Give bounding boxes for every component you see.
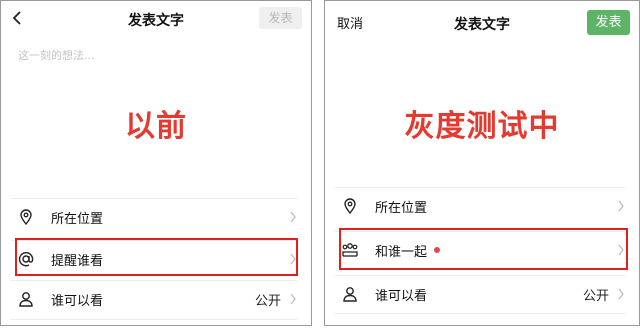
person-icon (19, 292, 33, 307)
location-pin-icon (344, 198, 356, 215)
highlight-box (15, 238, 298, 276)
divider (335, 313, 625, 314)
panel-before: 发表文字 发表 这一刻的想法... 以前 所在位置 提醒谁看 谁可以看 公开 (0, 0, 312, 326)
chevron-right-icon (618, 288, 624, 300)
highlight-box (339, 228, 628, 270)
row-visibility[interactable]: 谁可以看 公开 (335, 275, 625, 312)
row-location[interactable]: 所在位置 (11, 198, 297, 235)
panel-gray-test: 取消 发表文字 发表 灰度测试中 所在位置 和谁一起 谁可以看 公开 (324, 0, 640, 326)
chevron-right-icon (290, 211, 296, 223)
row-visibility[interactable]: 谁可以看 公开 (11, 280, 297, 317)
chevron-right-icon (618, 200, 624, 212)
row-location[interactable]: 所在位置 (335, 187, 625, 224)
header: 取消 发表文字 发表 (325, 1, 639, 37)
row-value: 公开 (254, 293, 281, 309)
header: 发表文字 发表 (1, 1, 311, 37)
publish-button[interactable]: 发表 (587, 10, 630, 35)
location-pin-icon (20, 209, 32, 226)
post-text-input[interactable]: 这一刻的想法... (18, 47, 95, 63)
row-label: 所在位置 (51, 211, 104, 227)
row-label: 谁可以看 (375, 288, 428, 304)
row-value: 公开 (582, 288, 609, 304)
person-icon (343, 287, 357, 302)
publish-button[interactable]: 发表 (259, 7, 302, 29)
chevron-right-icon (290, 293, 296, 305)
row-label: 谁可以看 (51, 293, 104, 309)
divider (11, 319, 297, 320)
annotation-label: 以前 (125, 109, 187, 144)
row-label: 所在位置 (375, 200, 428, 216)
annotation-label: 灰度测试中 (404, 109, 560, 144)
